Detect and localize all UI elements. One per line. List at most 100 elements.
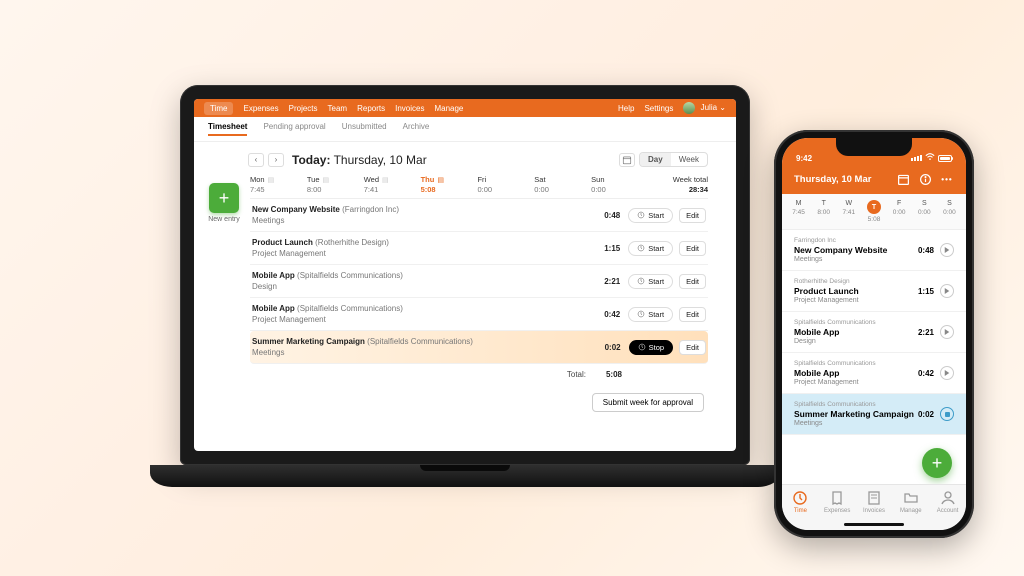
tab-manage[interactable]: Manage — [892, 490, 929, 514]
phone-week-row: M7:45 T8:00 W7:41 T5:08 F0:00 S0:00 S0:0… — [782, 194, 966, 230]
tab-expenses[interactable]: Expenses — [819, 490, 856, 514]
prev-day-button[interactable]: ‹ — [248, 153, 264, 167]
entry-duration: 0:42 — [584, 310, 620, 319]
play-button[interactable] — [940, 366, 954, 380]
phone-time-entry[interactable]: Rotherhithe DesignProduct LaunchProject … — [782, 271, 966, 312]
phone-time-entry[interactable]: Farringdon IncNew Company WebsiteMeeting… — [782, 230, 966, 271]
phone-screen: 9:42 Thursday, 10 Mar ••• M7:45 T8:00 W7… — [782, 138, 966, 530]
phone-header-title: Thursday, 10 Mar — [794, 174, 888, 185]
more-icon[interactable]: ••• — [940, 172, 954, 186]
phone-time-entry[interactable]: Spitalfields CommunicationsMobile AppPro… — [782, 353, 966, 394]
entry-title: Summer Marketing Campaign — [794, 409, 918, 419]
date-title-prefix: Today: — [292, 153, 330, 167]
clock-icon — [792, 490, 808, 506]
phone-time-entry-running[interactable]: Spitalfields CommunicationsSummer Market… — [782, 394, 966, 435]
play-button[interactable] — [940, 284, 954, 298]
phone-weekday[interactable]: T8:00 — [811, 200, 836, 223]
view-week[interactable]: Week — [671, 153, 707, 166]
top-nav: Time Expenses Projects Team Reports Invo… — [194, 99, 736, 117]
weekday-tue[interactable]: Tue▤8:00 — [307, 175, 364, 194]
time-entry[interactable]: New Company Website (Farringdon Inc) Mee… — [250, 199, 708, 232]
entry-duration: 0:42 — [918, 369, 934, 378]
nav-user[interactable]: Julia ⌄ — [683, 102, 726, 114]
invoice-icon — [866, 490, 882, 506]
edit-button[interactable]: Edit — [679, 307, 706, 322]
entry-title: New Company Website — [794, 245, 918, 255]
tab-time[interactable]: Time — [782, 490, 819, 514]
play-button[interactable] — [940, 325, 954, 339]
time-entry-running[interactable]: Summer Marketing Campaign (Spitalfields … — [250, 331, 708, 364]
subnav-pending[interactable]: Pending approval — [263, 122, 325, 136]
laptop-hinge — [420, 465, 510, 471]
nav-help[interactable]: Help — [618, 104, 634, 113]
phone-weekday[interactable]: M7:45 — [786, 200, 811, 223]
nav-invoices[interactable]: Invoices — [395, 104, 424, 113]
weekday-fri[interactable]: Fri0:00 — [477, 175, 534, 194]
timesheet-content: Mon▤7:45 Tue▤8:00 Wed▤7:41 Thu▤5:08 Fri0… — [250, 175, 708, 412]
day-total-row: Total: 5:08 — [250, 364, 708, 385]
clock-icon — [637, 277, 645, 285]
nav-manage[interactable]: Manage — [434, 104, 463, 113]
phone-weekday[interactable]: S0:00 — [937, 200, 962, 223]
new-entry-button[interactable]: + — [209, 183, 239, 213]
entry-title: Mobile App — [794, 368, 918, 378]
stop-button[interactable]: Stop — [629, 340, 673, 355]
submit-week-button[interactable]: Submit week for approval — [592, 393, 704, 412]
start-button[interactable]: Start — [628, 274, 673, 289]
play-button[interactable] — [940, 243, 954, 257]
laptop-device: Time Expenses Projects Team Reports Invo… — [150, 85, 780, 505]
edit-button[interactable]: Edit — [679, 274, 706, 289]
timesheet-main: + New entry Mon▤7:45 Tue▤8:00 Wed▤7:41 T… — [208, 175, 708, 412]
edit-button[interactable]: Edit — [679, 241, 706, 256]
weekday-thu[interactable]: Thu▤5:08 — [421, 175, 478, 194]
subnav-archive[interactable]: Archive — [403, 122, 430, 136]
stop-button[interactable] — [940, 407, 954, 421]
tab-account[interactable]: Account — [929, 490, 966, 514]
phone-weekday[interactable]: W7:41 — [836, 200, 861, 223]
edit-button[interactable]: Edit — [679, 208, 706, 223]
phone-time-entry[interactable]: Spitalfields CommunicationsMobile AppDes… — [782, 312, 966, 353]
time-entry[interactable]: Mobile App (Spitalfields Communications)… — [250, 298, 708, 331]
laptop-bezel: Time Expenses Projects Team Reports Invo… — [180, 85, 750, 465]
calendar-icon[interactable] — [896, 172, 910, 186]
subnav-unsubmitted[interactable]: Unsubmitted — [342, 122, 387, 136]
time-entry[interactable]: Mobile App (Spitalfields Communications)… — [250, 265, 708, 298]
weekday-sun[interactable]: Sun0:00 — [591, 175, 648, 194]
phone-fab-add[interactable]: + — [922, 448, 952, 478]
avatar — [683, 102, 695, 114]
date-pagers: ‹ › — [248, 153, 284, 167]
info-icon[interactable] — [918, 172, 932, 186]
start-button[interactable]: Start — [628, 241, 673, 256]
nav-settings[interactable]: Settings — [644, 104, 673, 113]
date-title-rest: Thursday, 10 Mar — [330, 153, 426, 167]
next-day-button[interactable]: › — [268, 153, 284, 167]
weekday-mon[interactable]: Mon▤7:45 — [250, 175, 307, 194]
clock-icon — [638, 343, 646, 351]
weekday-wed[interactable]: Wed▤7:41 — [364, 175, 421, 194]
clock-icon — [637, 244, 645, 252]
calendar-icon[interactable] — [619, 153, 635, 167]
edit-button[interactable]: Edit — [679, 340, 706, 355]
phone-weekday[interactable]: S0:00 — [912, 200, 937, 223]
weekday-sat[interactable]: Sat0:00 — [534, 175, 591, 194]
entry-duration: 1:15 — [584, 244, 620, 253]
start-button[interactable]: Start — [628, 208, 673, 223]
start-button[interactable]: Start — [628, 307, 673, 322]
nav-reports[interactable]: Reports — [357, 104, 385, 113]
nav-expenses[interactable]: Expenses — [243, 104, 278, 113]
phone-weekday[interactable]: F0:00 — [887, 200, 912, 223]
nav-projects[interactable]: Projects — [289, 104, 318, 113]
subnav-timesheet[interactable]: Timesheet — [208, 122, 247, 136]
tab-label: Manage — [892, 508, 929, 514]
nav-team[interactable]: Team — [328, 104, 348, 113]
time-entry[interactable]: Product Launch (Rotherhithe Design) Proj… — [250, 232, 708, 265]
view-day[interactable]: Day — [640, 153, 671, 166]
phone-notch — [836, 138, 912, 156]
status-time: 9:42 — [796, 154, 812, 163]
tab-invoices[interactable]: Invoices — [856, 490, 893, 514]
phone-weekday-selected[interactable]: T5:08 — [861, 200, 886, 223]
home-indicator — [844, 523, 904, 526]
entry-duration: 0:48 — [584, 211, 620, 220]
nav-time[interactable]: Time — [204, 102, 233, 115]
receipt-icon — [829, 490, 845, 506]
